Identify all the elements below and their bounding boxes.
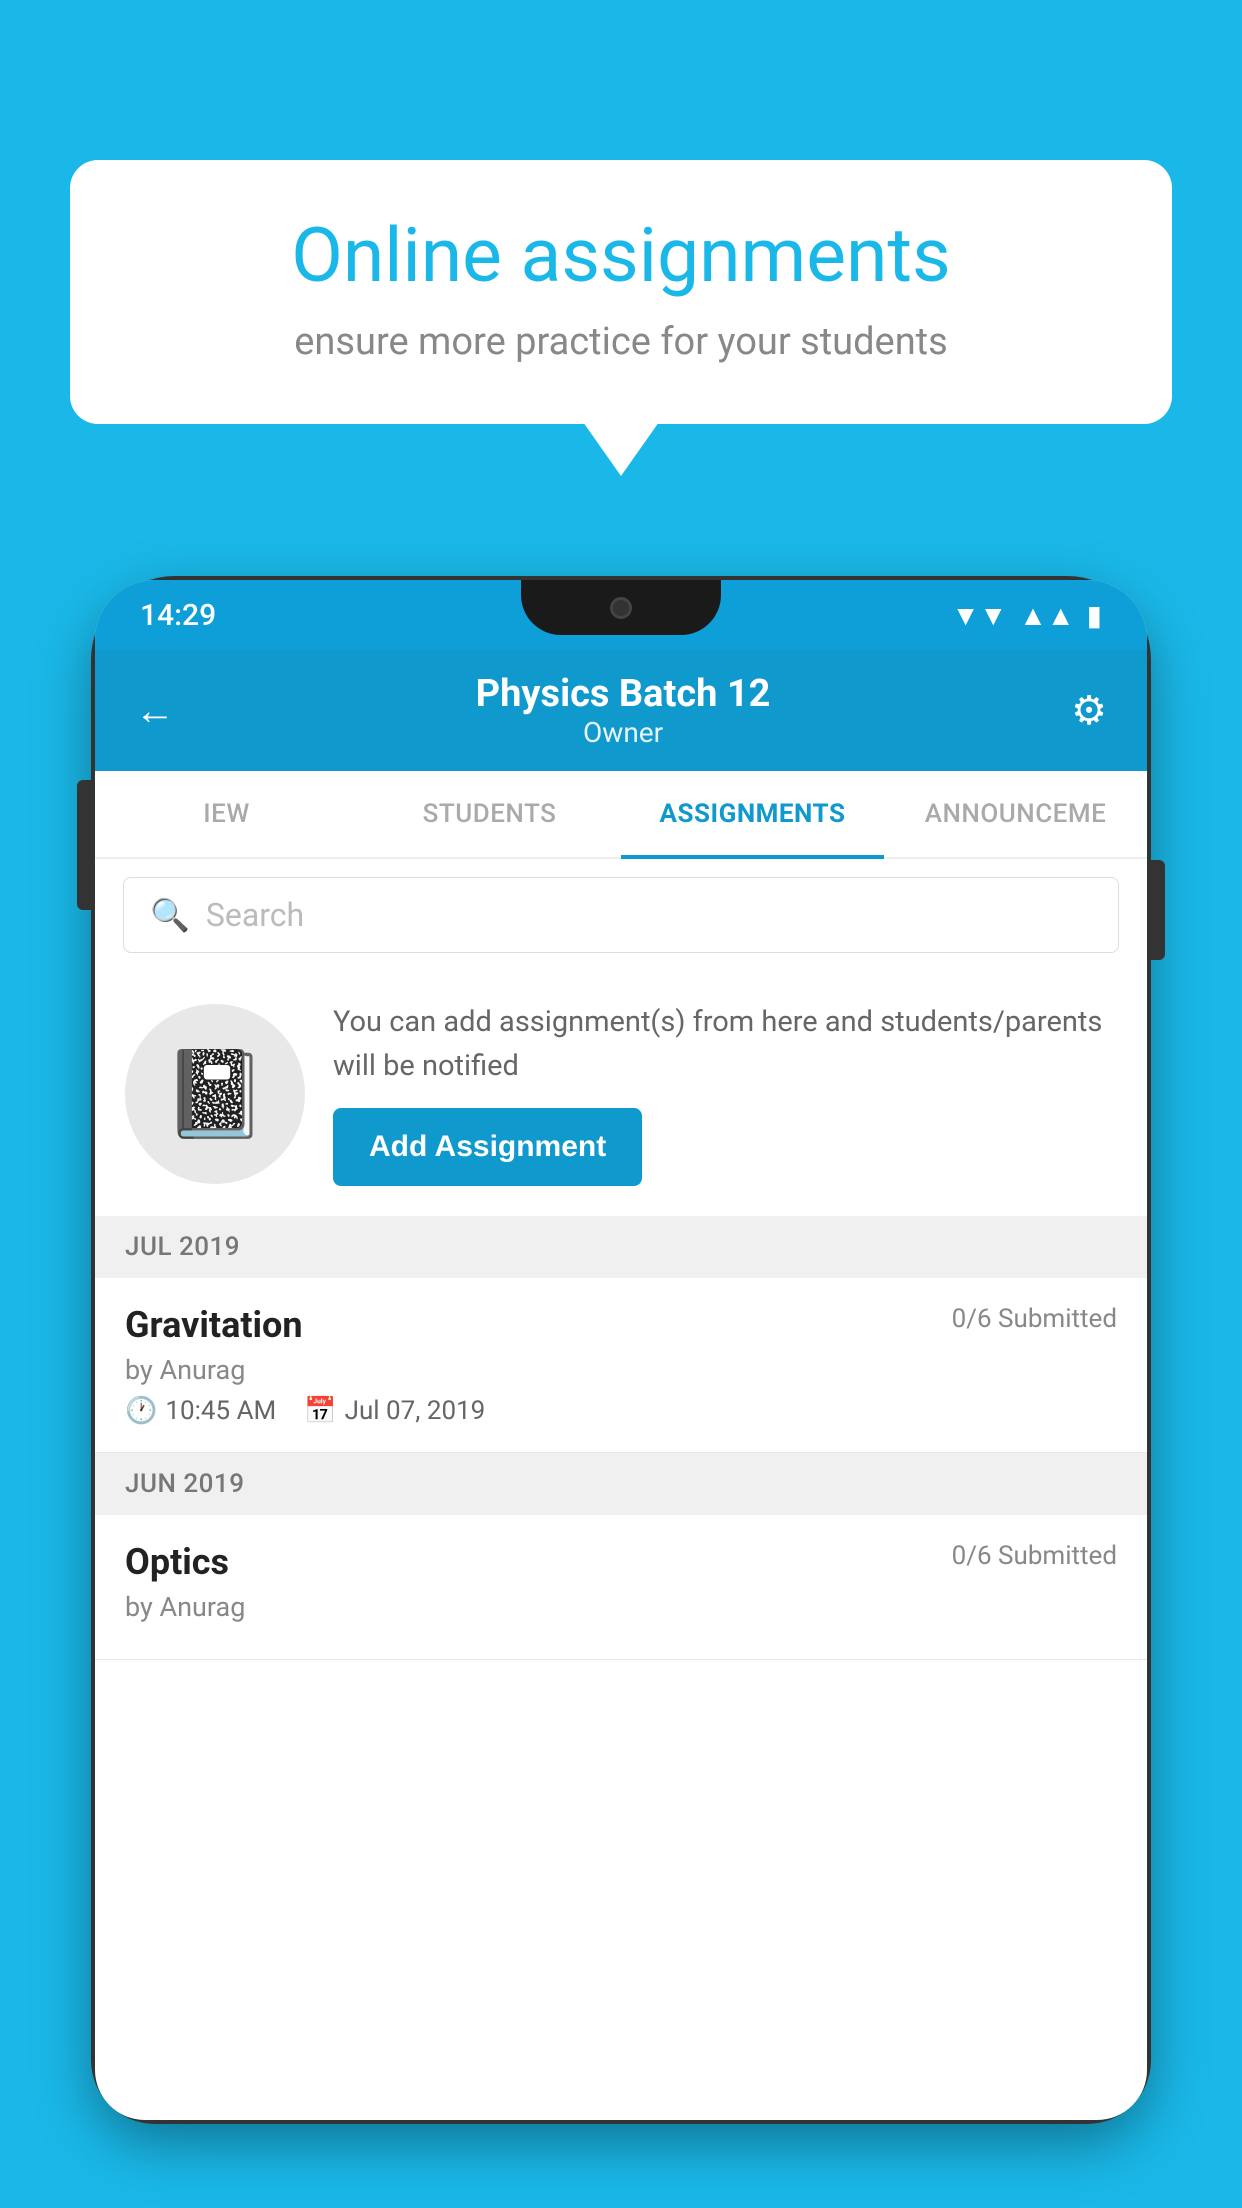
assignment-item-optics[interactable]: Optics 0/6 Submitted by Anurag [95,1515,1147,1660]
tab-iew[interactable]: IEW [95,771,358,857]
assignment-title-optics: Optics [125,1541,229,1583]
bubble-subtitle: ensure more practice for your students [130,320,1112,364]
assignment-meta: 🕐 10:45 AM 📅 Jul 07, 2019 [125,1396,1117,1426]
speech-bubble: Online assignments ensure more practice … [70,160,1172,424]
battery-icon: ▮ [1087,599,1102,632]
clock-icon: 🕐 [125,1396,157,1426]
tabs-container: IEW STUDENTS ASSIGNMENTS ANNOUNCEME [95,771,1147,859]
back-button[interactable]: ← [135,687,175,734]
assignment-author: by Anurag [125,1354,1117,1386]
notebook-icon: 📓 [162,1044,268,1144]
signal-icon: ▲▲ [1019,599,1074,632]
assignment-submitted: 0/6 Submitted [952,1304,1117,1334]
promo-icon-circle: 📓 [125,1004,305,1184]
assignment-item-gravitation[interactable]: Gravitation 0/6 Submitted by Anurag 🕐 10… [95,1278,1147,1453]
assignment-time: 🕐 10:45 AM [125,1396,276,1426]
status-time: 14:29 [140,598,216,633]
phone-outer: 14:29 ▼▼ ▲▲ ▮ ← Physics Batch 12 Owner ⚙ [95,580,1147,2120]
status-icons: ▼▼ ▲▲ ▮ [952,599,1102,632]
bubble-title: Online assignments [130,215,1112,298]
promo-content: You can add assignment(s) from here and … [333,1001,1117,1186]
tab-assignments[interactable]: ASSIGNMENTS [621,771,884,857]
phone-screen: 14:29 ▼▼ ▲▲ ▮ ← Physics Batch 12 Owner ⚙ [95,580,1147,2120]
header-center: Physics Batch 12 Owner [476,672,771,749]
header-title: Physics Batch 12 [476,672,771,716]
search-icon: 🔍 [150,896,190,934]
app-header: ← Physics Batch 12 Owner ⚙ [95,650,1147,771]
wifi-icon: ▼▼ [952,599,1007,632]
promo-section: 📓 You can add assignment(s) from here an… [95,971,1147,1216]
settings-icon[interactable]: ⚙ [1071,687,1107,734]
speech-bubble-container: Online assignments ensure more practice … [70,160,1172,424]
phone-container: 14:29 ▼▼ ▲▲ ▮ ← Physics Batch 12 Owner ⚙ [95,580,1147,2208]
search-bar-container: 🔍 Search [95,859,1147,971]
assignment-header-optics: Optics 0/6 Submitted [125,1541,1117,1583]
assignment-date: 📅 Jul 07, 2019 [304,1396,485,1426]
tab-students[interactable]: STUDENTS [358,771,621,857]
search-bar[interactable]: 🔍 Search [123,877,1119,953]
month-separator-jun: JUN 2019 [95,1453,1147,1515]
month-separator-jul: JUL 2019 [95,1216,1147,1278]
search-input[interactable]: Search [206,896,304,934]
assignment-header: Gravitation 0/6 Submitted [125,1304,1117,1346]
assignment-author-optics: by Anurag [125,1591,1117,1623]
camera-dot [610,597,632,619]
calendar-icon: 📅 [304,1396,336,1426]
assignment-submitted-optics: 0/6 Submitted [952,1541,1117,1571]
add-assignment-button[interactable]: Add Assignment [333,1108,642,1186]
header-subtitle: Owner [476,716,771,749]
phone-notch [521,580,721,635]
promo-text: You can add assignment(s) from here and … [333,1001,1117,1088]
tab-announcements[interactable]: ANNOUNCEME [884,771,1147,857]
assignment-title: Gravitation [125,1304,303,1346]
